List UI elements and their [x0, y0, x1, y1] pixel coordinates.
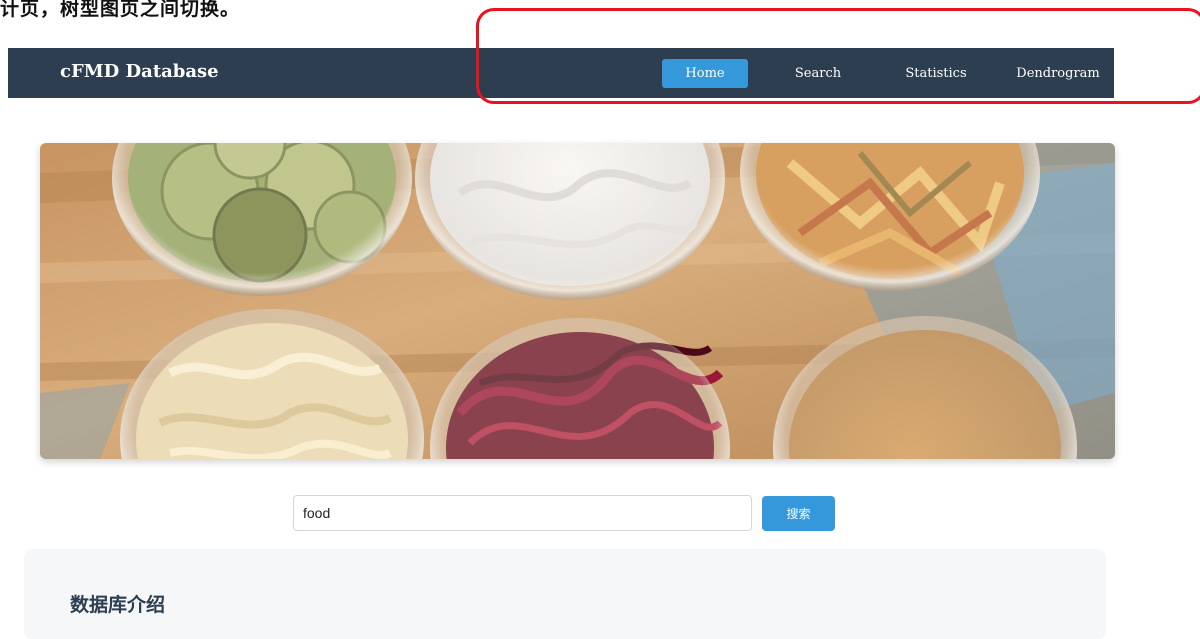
nav-dendrogram[interactable]: Dendrogram [1010, 59, 1106, 88]
search-input[interactable] [293, 495, 752, 531]
intro-title: 数据库介绍 [70, 594, 166, 616]
hero-banner [40, 143, 1115, 459]
brand-title[interactable]: cFMD Database [60, 61, 219, 82]
intro-panel: 数据库介绍 [24, 549, 1106, 639]
top-caption: 计页，树型图页之间切换。 [0, 0, 241, 20]
nav-home[interactable]: Home [662, 59, 748, 88]
fermented-foods-photo [40, 143, 1115, 459]
nav-search[interactable]: Search [782, 59, 854, 88]
nav-statistics[interactable]: Statistics [890, 59, 982, 88]
search-button[interactable]: 搜索 [762, 496, 835, 531]
navbar: cFMD Database Home Search Statistics Den… [8, 48, 1114, 98]
